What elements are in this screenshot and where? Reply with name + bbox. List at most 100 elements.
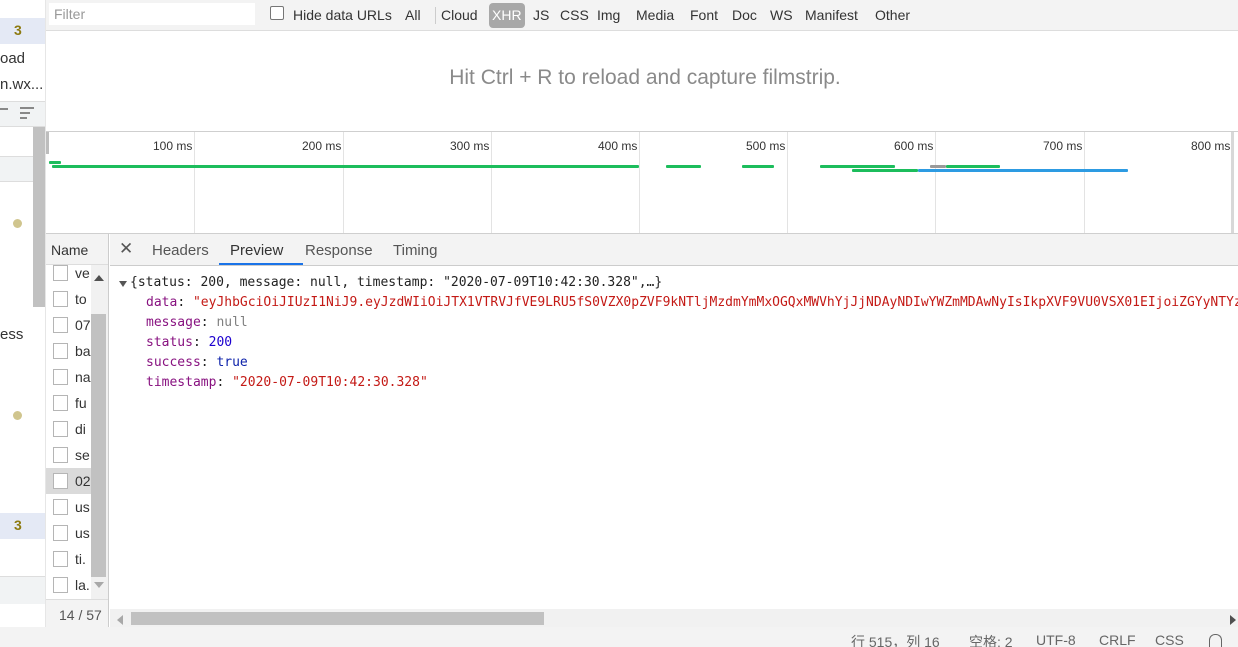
request-row[interactable]: la.	[46, 572, 91, 598]
json-key: status	[146, 335, 193, 350]
request-row-checkbox[interactable]	[53, 577, 68, 593]
request-row-checkbox[interactable]	[53, 499, 68, 515]
request-row-name: la.	[75, 577, 90, 593]
left-strip-filter-icon[interactable]	[20, 106, 34, 120]
request-row[interactable]: fu	[46, 390, 91, 416]
filter-type-other[interactable]: Other	[872, 3, 913, 28]
tab-response[interactable]: Response	[305, 242, 373, 259]
horizontal-scrollbar[interactable]	[110, 609, 1238, 627]
filter-type-ws[interactable]: WS	[767, 3, 796, 28]
request-row[interactable]: us	[46, 494, 91, 520]
request-row[interactable]: na	[46, 364, 91, 390]
timeline-bar	[820, 165, 895, 168]
expand-triangle-icon[interactable]	[119, 281, 127, 287]
request-row-name: ve	[75, 265, 90, 281]
request-row-checkbox[interactable]	[53, 447, 68, 463]
timeline-gridline	[1084, 132, 1085, 233]
timeline-tick-label: 600 ms	[894, 139, 934, 153]
filter-type-media[interactable]: Media	[633, 3, 677, 28]
json-row-message: message: null	[146, 315, 248, 330]
json-row-timestamp: timestamp: "2020-07-09T10:42:30.328"	[146, 375, 428, 390]
left-strip-scrollbar[interactable]	[33, 127, 45, 307]
json-key: message	[146, 315, 201, 330]
json-key: timestamp	[146, 375, 217, 390]
language-mode[interactable]: CSS	[1155, 632, 1184, 647]
file-encoding[interactable]: UTF-8	[1036, 632, 1076, 647]
timeline-tick-label: 400 ms	[598, 139, 638, 153]
filter-type-all[interactable]: All	[402, 3, 424, 28]
tab-timing[interactable]: Timing	[393, 242, 437, 259]
left-strip-text-2: n.wx...	[0, 76, 44, 93]
request-row-checkbox[interactable]	[53, 265, 68, 281]
request-row-checkbox[interactable]	[53, 343, 68, 359]
request-row-checkbox[interactable]	[53, 369, 68, 385]
timeline-bar	[918, 169, 1128, 172]
request-row-checkbox[interactable]	[53, 525, 68, 541]
timeline-bar	[946, 165, 1000, 168]
scroll-right-arrow-icon[interactable]	[1230, 615, 1236, 625]
close-icon[interactable]: ✕	[119, 239, 133, 259]
timeline-tick-label: 200 ms	[302, 139, 342, 153]
scroll-up-arrow-icon[interactable]	[94, 275, 104, 281]
request-row[interactable]: us	[46, 520, 91, 546]
left-strip-badge-top: 3	[14, 22, 22, 38]
request-row-checkbox[interactable]	[53, 291, 68, 307]
timeline-gridline	[491, 132, 492, 233]
timeline-overview[interactable]: 100 ms 200 ms 300 ms 400 ms 500 ms 600 m…	[46, 131, 1238, 234]
request-row[interactable]: ti.	[46, 546, 91, 572]
timeline-bar	[666, 165, 701, 168]
request-row[interactable]: to	[46, 286, 91, 312]
request-row[interactable]: di	[46, 416, 91, 442]
request-row[interactable]: 02	[46, 468, 91, 494]
tab-preview[interactable]: Preview	[230, 242, 283, 259]
filter-type-css[interactable]: CSS	[557, 3, 592, 28]
request-row-checkbox[interactable]	[53, 473, 68, 489]
json-key: success	[146, 355, 201, 370]
timeline-tick-label: 800 ms	[1191, 139, 1231, 153]
timeline-bar	[930, 165, 946, 168]
left-strip-dot-icon	[13, 219, 22, 228]
request-row-checkbox[interactable]	[53, 317, 68, 333]
json-row-status: status: 200	[146, 335, 233, 350]
left-strip: 3 oad n.wx... ess 3	[0, 0, 46, 647]
scroll-left-arrow-icon[interactable]	[117, 615, 123, 625]
filter-type-xhr[interactable]: XHR	[489, 3, 525, 28]
request-row-name: di	[75, 421, 86, 437]
filter-type-cloud[interactable]: Cloud	[438, 3, 481, 28]
horizontal-scrollbar-thumb[interactable]	[131, 612, 544, 625]
request-row[interactable]: se	[46, 442, 91, 468]
hide-data-urls-checkbox[interactable]	[270, 6, 284, 20]
timeline-gridline	[787, 132, 788, 233]
tab-headers[interactable]: Headers	[152, 242, 209, 259]
left-strip-highlight-row: 3	[0, 513, 45, 539]
filter-type-doc[interactable]: Doc	[729, 3, 760, 28]
filter-input[interactable]	[49, 3, 255, 25]
filter-type-js[interactable]: JS	[530, 3, 552, 28]
request-row-name: 07	[75, 317, 91, 333]
scroll-down-arrow-icon[interactable]	[94, 582, 104, 588]
timeline-gridline	[639, 132, 640, 233]
active-tab-indicator	[219, 263, 303, 265]
request-row[interactable]: ve	[46, 260, 91, 286]
left-strip-minus-icon	[0, 108, 8, 110]
line-ending[interactable]: CRLF	[1099, 632, 1136, 647]
request-row-checkbox[interactable]	[53, 395, 68, 411]
request-row[interactable]: 07	[46, 312, 91, 338]
request-list-scrollbar-thumb[interactable]	[91, 314, 106, 577]
request-row[interactable]: ba	[46, 338, 91, 364]
request-row-checkbox[interactable]	[53, 421, 68, 437]
json-summary[interactable]: {status: 200, message: null, timestamp: …	[130, 275, 662, 290]
request-row-checkbox[interactable]	[53, 551, 68, 567]
left-strip-highlight-row: 3	[0, 18, 45, 44]
filter-type-img[interactable]: Img	[594, 3, 623, 28]
notification-bell-icon[interactable]	[1209, 634, 1222, 647]
filter-type-font[interactable]: Font	[687, 3, 721, 28]
cursor-position[interactable]: 行 515，列 16	[851, 632, 940, 647]
json-preview: {status: 200, message: null, timestamp: …	[110, 266, 1238, 609]
indent-spaces[interactable]: 空格: 2	[969, 632, 1013, 647]
filter-type-manifest[interactable]: Manifest	[802, 3, 861, 28]
timeline-selection-handle[interactable]	[46, 132, 49, 154]
editor-status-bar: 行 515，列 16 空格: 2 UTF-8 CRLF CSS	[0, 627, 1238, 647]
timeline-tick-label: 700 ms	[1043, 139, 1083, 153]
request-row-name: fu	[75, 395, 87, 411]
